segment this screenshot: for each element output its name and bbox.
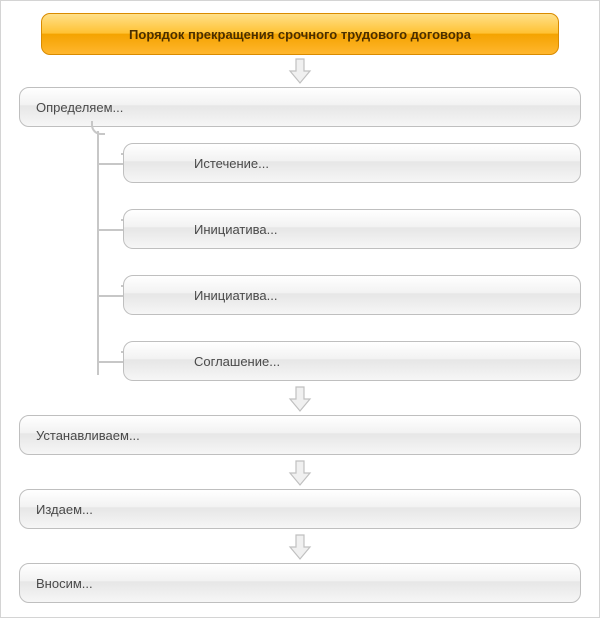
branch-node-4: Соглашение... [123, 341, 581, 381]
branch-node-3: Инициатива... [123, 275, 581, 315]
branch-label: Инициатива... [194, 288, 277, 303]
arrow-down-icon [286, 57, 314, 85]
step-node-4: Вносим... [19, 563, 581, 603]
branch-node-1: Истечение... [123, 143, 581, 183]
arrow-down-icon [286, 533, 314, 561]
arrow-down-icon [286, 385, 314, 413]
step-node-2: Устанавливаем... [19, 415, 581, 455]
step-label: Издаем... [36, 502, 93, 517]
step-label: Определяем... [36, 100, 123, 115]
step-label: Устанавливаем... [36, 428, 140, 443]
diagram-canvas: Порядок прекращения срочного трудового д… [0, 0, 600, 618]
arrow-down-icon [286, 459, 314, 487]
branch-label: Соглашение... [194, 354, 280, 369]
branch-node-2: Инициатива... [123, 209, 581, 249]
branch-label: Инициатива... [194, 222, 277, 237]
branch-label: Истечение... [194, 156, 269, 171]
title-text: Порядок прекращения срочного трудового д… [129, 27, 471, 42]
step-label: Вносим... [36, 576, 93, 591]
step-node-3: Издаем... [19, 489, 581, 529]
title-node: Порядок прекращения срочного трудового д… [41, 13, 559, 55]
